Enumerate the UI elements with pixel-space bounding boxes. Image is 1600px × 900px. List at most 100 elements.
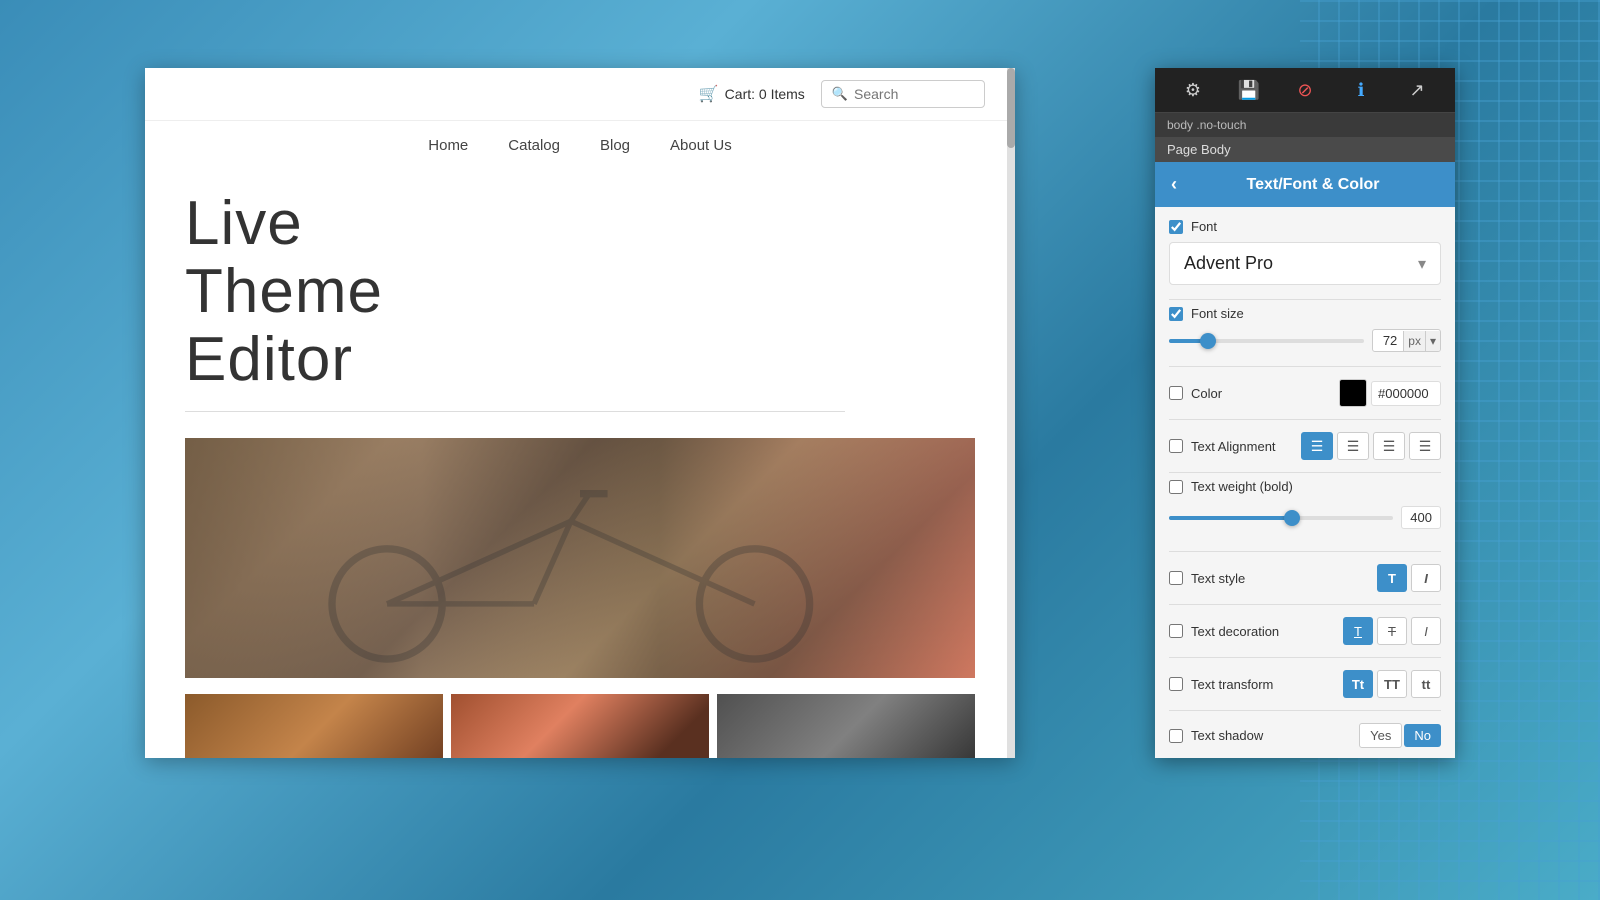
- nav-home[interactable]: Home: [428, 137, 468, 154]
- text-style-checkbox[interactable]: [1169, 571, 1183, 585]
- align-justify-btn[interactable]: ☰: [1409, 432, 1441, 460]
- text-style-bold-btn[interactable]: T: [1377, 564, 1407, 592]
- search-box[interactable]: 🔍: [821, 80, 985, 108]
- font-dropdown[interactable]: Advent Pro ▾: [1169, 242, 1441, 285]
- font-size-slider-row: 72 px ▾: [1169, 329, 1441, 352]
- text-alignment-label-group: Text Alignment: [1169, 439, 1276, 454]
- hero-section: Live Theme Editor: [145, 170, 1015, 438]
- text-shadow-label-group: Text shadow: [1169, 728, 1263, 743]
- toolbar-settings-icon[interactable]: ⚙: [1179, 76, 1207, 104]
- font-size-checkbox[interactable]: [1169, 307, 1183, 321]
- hero-divider: [185, 411, 845, 412]
- panel-content: Font Advent Pro ▾ Font size 72 px: [1155, 207, 1455, 758]
- text-weight-slider[interactable]: [1169, 516, 1393, 520]
- text-shadow-yes-btn[interactable]: Yes: [1359, 723, 1402, 748]
- text-alignment-label: Text Alignment: [1191, 439, 1276, 454]
- panel-title: Text/Font & Color: [1187, 176, 1439, 194]
- text-alignment-checkbox[interactable]: [1169, 439, 1183, 453]
- panel-breadcrumb: body .no-touch: [1155, 113, 1455, 137]
- color-swatch[interactable]: [1339, 379, 1367, 407]
- divider-4: [1169, 472, 1441, 473]
- divider-2: [1169, 366, 1441, 367]
- text-decoration-label: Text decoration: [1191, 624, 1279, 639]
- scrollbar[interactable]: [1007, 68, 1015, 758]
- text-weight-value: 400: [1401, 506, 1441, 529]
- text-decoration-italic-btn[interactable]: I: [1411, 617, 1441, 645]
- text-weight-section: Text weight (bold) 400: [1169, 479, 1441, 537]
- text-weight-label: Text weight (bold): [1191, 479, 1293, 494]
- text-weight-checkbox[interactable]: [1169, 480, 1183, 494]
- panel-back-button[interactable]: ‹: [1171, 174, 1177, 195]
- cart-label: Cart: 0 Items: [725, 86, 805, 102]
- color-row: Color #000000: [1169, 373, 1441, 413]
- text-transform-lowercase-btn[interactable]: tt: [1411, 670, 1441, 698]
- text-decoration-checkbox[interactable]: [1169, 624, 1183, 638]
- text-shadow-row: Text shadow Yes No: [1169, 717, 1441, 754]
- align-center-btn[interactable]: ☰: [1337, 432, 1369, 460]
- nav-catalog[interactable]: Catalog: [508, 137, 560, 154]
- text-transform-uppercase-btn[interactable]: TT: [1377, 670, 1407, 698]
- font-size-dropdown-arrow[interactable]: ▾: [1425, 331, 1440, 351]
- toolbar-export-icon[interactable]: ↗: [1403, 76, 1431, 104]
- toolbar-save-icon[interactable]: 💾: [1235, 76, 1263, 104]
- text-transform-label-group: Text transform: [1169, 677, 1273, 692]
- text-decoration-label-group: Text decoration: [1169, 624, 1279, 639]
- font-label-row: Font: [1169, 219, 1441, 234]
- text-style-italic-btn[interactable]: I: [1411, 564, 1441, 592]
- text-decoration-controls: T T I: [1343, 617, 1441, 645]
- font-checkbox[interactable]: [1169, 220, 1183, 234]
- nav-about[interactable]: About Us: [670, 137, 732, 154]
- font-size-slider[interactable]: [1169, 339, 1364, 343]
- font-value: Advent Pro: [1184, 253, 1273, 274]
- toolbar-info-icon[interactable]: ℹ: [1347, 76, 1375, 104]
- font-size-label-row: Font size: [1169, 306, 1441, 321]
- text-weight-slider-thumb[interactable]: [1284, 510, 1300, 526]
- text-style-label-group: Text style: [1169, 571, 1245, 586]
- hero-title: Live Theme Editor: [185, 190, 975, 395]
- toolbar-close-icon[interactable]: ⊘: [1291, 76, 1319, 104]
- search-input[interactable]: [854, 86, 974, 102]
- cart-button[interactable]: 🛒 Cart: 0 Items: [699, 84, 805, 104]
- align-left-btn[interactable]: ☰: [1301, 432, 1333, 460]
- text-shadow-toggle: Yes No: [1359, 723, 1441, 748]
- thumbnail-row: [185, 694, 975, 758]
- panel-header: ‹ Text/Font & Color: [1155, 162, 1455, 207]
- text-transform-controls: Tt TT tt: [1343, 670, 1441, 698]
- page-body-text: Page Body: [1167, 142, 1231, 157]
- thumbnail-1: [185, 694, 443, 758]
- text-transform-label: Text transform: [1191, 677, 1273, 692]
- align-right-btn[interactable]: ☰: [1373, 432, 1405, 460]
- search-icon: 🔍: [832, 86, 848, 102]
- divider-7: [1169, 657, 1441, 658]
- text-weight-slider-row: 400: [1169, 502, 1441, 537]
- chevron-down-icon: ▾: [1418, 254, 1426, 274]
- breadcrumb-text: body .no-touch: [1167, 118, 1246, 132]
- color-hex-value[interactable]: #000000: [1371, 381, 1441, 406]
- text-transform-checkbox[interactable]: [1169, 677, 1183, 691]
- font-section: Font Advent Pro ▾: [1169, 219, 1441, 285]
- thumbnail-3: [717, 694, 975, 758]
- divider-3: [1169, 419, 1441, 420]
- font-size-slider-thumb[interactable]: [1200, 333, 1216, 349]
- scrollbar-thumb[interactable]: [1007, 68, 1015, 148]
- thumbnail-2: [451, 694, 709, 758]
- nav-blog[interactable]: Blog: [600, 137, 630, 154]
- color-checkbox[interactable]: [1169, 386, 1183, 400]
- text-shadow-label: Text shadow: [1191, 728, 1263, 743]
- color-label-group: Color: [1169, 386, 1222, 401]
- panel-page-body-label[interactable]: Page Body: [1155, 137, 1455, 162]
- text-decoration-underline-btn[interactable]: T: [1343, 617, 1373, 645]
- divider-6: [1169, 604, 1441, 605]
- divider-5: [1169, 551, 1441, 552]
- hero-line3: Editor: [185, 325, 353, 394]
- font-size-unit[interactable]: px: [1403, 331, 1425, 351]
- text-transform-row: Text transform Tt TT tt: [1169, 664, 1441, 704]
- site-header: 🛒 Cart: 0 Items 🔍: [145, 68, 1015, 121]
- text-style-label: Text style: [1191, 571, 1245, 586]
- text-shadow-checkbox[interactable]: [1169, 729, 1183, 743]
- text-alignment-row: Text Alignment ☰ ☰ ☰ ☰: [1169, 426, 1441, 466]
- text-transform-capitalize-btn[interactable]: Tt: [1343, 670, 1373, 698]
- text-decoration-strikethrough-btn[interactable]: T: [1377, 617, 1407, 645]
- text-shadow-no-btn[interactable]: No: [1404, 724, 1441, 747]
- divider-8: [1169, 710, 1441, 711]
